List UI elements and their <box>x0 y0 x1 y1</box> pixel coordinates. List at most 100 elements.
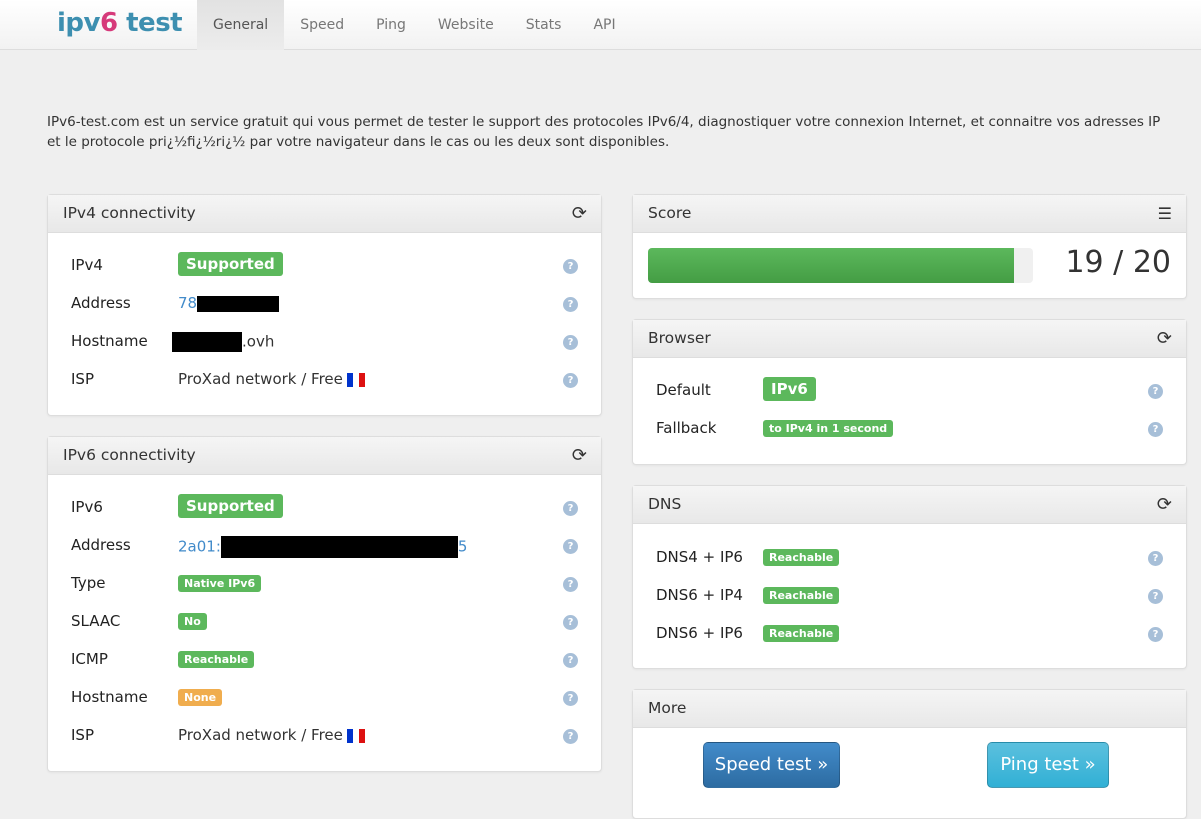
panel-title: DNS <box>648 495 682 513</box>
row-label: ISP <box>71 370 94 388</box>
hostname-suffix: .ovh <box>242 332 275 351</box>
row-label: DNS6 + IP4 <box>656 586 743 604</box>
redaction <box>220 536 458 558</box>
ipv6-address[interactable]: 2a01: 5 <box>178 536 467 558</box>
browser-row-fallback: Fallback to IPv4 in 1 second? <box>633 415 1186 445</box>
ipv6-row-slaac: SLAAC No? <box>48 608 601 638</box>
intro-text: IPv6-test.com est un service gratuit qui… <box>47 114 1161 150</box>
help-icon[interactable]: ? <box>563 729 578 744</box>
default-badge: IPv6 <box>763 377 816 401</box>
row-label: Hostname <box>71 688 148 706</box>
dns-row: DNS4 + IP6 Reachable? <box>633 544 1186 574</box>
panel-title: IPv4 connectivity <box>63 204 196 222</box>
isp-value: ProXad network / Free <box>178 370 365 388</box>
tab-website[interactable]: Website <box>422 0 510 50</box>
refresh-icon[interactable]: ⟳ <box>572 195 587 232</box>
help-icon[interactable]: ? <box>1148 384 1163 399</box>
main-nav: General Speed Ping Website Stats API <box>197 0 632 50</box>
tab-stats[interactable]: Stats <box>510 0 578 50</box>
row-label: DNS4 + IP6 <box>656 548 743 566</box>
panel-title: Browser <box>648 329 711 347</box>
panel-title: More <box>648 699 687 717</box>
ipv6-panel: IPv6 connectivity ⟳ IPv6 Supported? Addres… <box>47 436 602 772</box>
panel-title: IPv6 connectivity <box>63 446 196 464</box>
help-icon[interactable]: ? <box>1148 627 1163 642</box>
france-flag-icon <box>346 372 365 387</box>
panel-header: More <box>633 690 1186 728</box>
help-icon[interactable]: ? <box>1148 589 1163 604</box>
help-icon[interactable]: ? <box>563 297 578 312</box>
isp-name: ProXad network / Free <box>178 370 343 388</box>
fallback-badge: to IPv4 in 1 second <box>763 420 894 437</box>
row-label: Fallback <box>656 419 717 437</box>
dns-panel: DNS ⟳ DNS4 + IP6 Reachable? DNS6 + IP4 Reac… <box>632 485 1187 669</box>
dns-row: DNS6 + IP4 Reachable? <box>633 582 1186 612</box>
help-icon[interactable]: ? <box>563 691 578 706</box>
dns-badge: Reachable <box>763 625 840 642</box>
ipv4-address[interactable]: 78 <box>178 294 280 312</box>
score-panel: Score ☰ 19 / 20 <box>632 194 1187 299</box>
row-label: Type <box>71 574 106 592</box>
help-icon[interactable]: ? <box>1148 551 1163 566</box>
row-label: ISP <box>71 726 94 744</box>
help-icon[interactable]: ? <box>563 539 578 554</box>
france-flag-icon <box>346 728 365 743</box>
type-badge: Native IPv6 <box>178 575 262 592</box>
ipv4-row-isp: ISP ProXad network / Free? <box>48 366 601 396</box>
dns-badge: Reachable <box>763 549 840 566</box>
tab-speed[interactable]: Speed <box>284 0 360 50</box>
logo-text-test: test <box>117 8 183 38</box>
refresh-icon[interactable]: ⟳ <box>1157 320 1172 357</box>
ipv6-row-address: Address 2a01: 5? <box>48 532 601 562</box>
ipv4-row-status: IPv4 Supported? <box>48 252 601 282</box>
help-icon[interactable]: ? <box>563 501 578 516</box>
logo[interactable]: ipv6 test <box>57 8 183 38</box>
help-icon[interactable]: ? <box>563 259 578 274</box>
score-progress-fill <box>648 248 1014 283</box>
isp-value: ProXad network / Free <box>178 726 365 744</box>
ipv4-row-address: Address 78? <box>48 290 601 320</box>
tab-ping[interactable]: Ping <box>360 0 422 50</box>
slaac-badge: No <box>178 613 207 630</box>
ipv4-hostname: .ovh <box>172 332 274 352</box>
ipv6-row-type: Type Native IPv6? <box>48 570 601 600</box>
logo-text: ipv <box>57 8 100 38</box>
redaction <box>172 332 242 352</box>
help-icon[interactable]: ? <box>563 653 578 668</box>
address-prefix: 2a01: <box>178 537 221 556</box>
help-icon[interactable]: ? <box>1148 422 1163 437</box>
ipv4-panel: IPv4 connectivity ⟳ IPv4 Supported? Addres… <box>47 194 602 416</box>
icmp-badge: Reachable <box>178 651 255 668</box>
ipv6-row-icmp: ICMP Reachable? <box>48 646 601 676</box>
redaction <box>197 295 280 312</box>
help-icon[interactable]: ? <box>563 373 578 388</box>
row-label: IPv6 <box>71 498 103 516</box>
tab-general[interactable]: General <box>197 0 285 50</box>
ping-test-button[interactable]: Ping test » <box>987 742 1109 788</box>
help-icon[interactable]: ? <box>563 577 578 592</box>
row-label: Hostname <box>71 332 148 350</box>
tab-api[interactable]: API <box>577 0 631 50</box>
logo-text-six: 6 <box>99 8 118 38</box>
help-icon[interactable]: ? <box>563 615 578 630</box>
status-badge: Supported <box>178 494 283 518</box>
ipv4-row-hostname: Hostname .ovh? <box>48 328 601 358</box>
panel-header: DNS ⟳ <box>633 486 1186 524</box>
isp-name: ProXad network / Free <box>178 726 343 744</box>
speed-test-button[interactable]: Speed test » <box>703 742 840 788</box>
help-icon[interactable]: ? <box>563 335 578 350</box>
row-label: Address <box>71 536 131 554</box>
ipv6-row-hostname: Hostname None? <box>48 684 601 714</box>
list-icon[interactable]: ☰ <box>1158 195 1172 232</box>
refresh-icon[interactable]: ⟳ <box>1157 486 1172 523</box>
browser-row-default: Default IPv6? <box>633 377 1186 407</box>
row-label: DNS6 + IP6 <box>656 624 743 642</box>
ipv6-row-isp: ISP ProXad network / Free? <box>48 722 601 752</box>
more-panel: More Speed test » Ping test » <box>632 689 1187 819</box>
panel-header: IPv6 connectivity ⟳ <box>48 437 601 475</box>
refresh-icon[interactable]: ⟳ <box>572 437 587 474</box>
row-label: SLAAC <box>71 612 121 630</box>
status-badge: Supported <box>178 252 283 276</box>
panel-header: Browser ⟳ <box>633 320 1186 358</box>
ipv6-row-status: IPv6 Supported? <box>48 494 601 524</box>
